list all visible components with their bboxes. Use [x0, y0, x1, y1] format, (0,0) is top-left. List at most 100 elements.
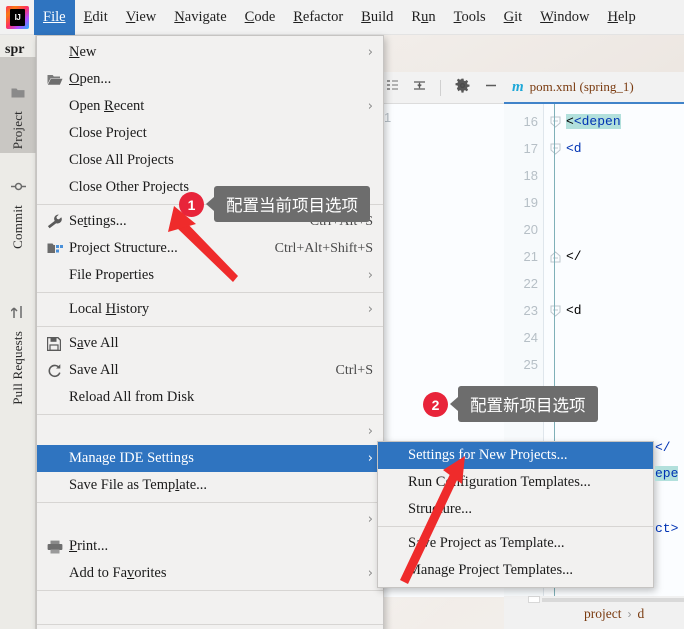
menu-bar[interactable]: IJ File EEditdit View Navigate Code Refa… [0, 0, 684, 35]
sidebar-item-project[interactable]: Project [0, 57, 36, 153]
sidebar-item-label: Commit [10, 205, 25, 249]
fold-marker[interactable] [544, 135, 566, 162]
menu-item-new-projects-setup[interactable]: Manage IDE Settings › [37, 445, 383, 472]
menu-window[interactable]: Window [531, 0, 598, 35]
menu-item-export[interactable]: › [37, 506, 383, 533]
code-line: <d [566, 141, 582, 156]
maven-m-icon: m [512, 78, 524, 95]
submenu-separator [378, 526, 653, 527]
menu-tools[interactable]: Tools [445, 0, 495, 35]
menu-file[interactable]: File [34, 0, 75, 35]
sidebar-item-pull-requests[interactable]: Pull Requests [0, 261, 36, 409]
menu-separator [37, 502, 383, 503]
scrollbar-track[interactable] [542, 598, 684, 602]
breadcrumb-next[interactable]: d [637, 606, 644, 622]
menu-view[interactable]: View [117, 0, 166, 35]
submenu-item-structure[interactable]: Structure... [378, 496, 653, 523]
menu-git[interactable]: Git [495, 0, 532, 35]
horizontal-scrollbar[interactable] [504, 596, 684, 603]
sidebar-item-commit[interactable]: Commit [0, 161, 36, 253]
line-number: 20 [523, 222, 538, 237]
project-name-label: spr [5, 42, 25, 57]
collapse-all-icon[interactable] [413, 79, 426, 97]
submenu-item-save-project-as-template[interactable]: Save Project as Template... [378, 530, 653, 557]
submenu-item-manage-project-templates[interactable]: Manage Project Templates... [378, 557, 653, 584]
reload-icon [47, 363, 69, 378]
menu-edit[interactable]: EEditdit [75, 0, 117, 35]
chevron-right-icon: › [367, 512, 373, 527]
editor-tab-bar[interactable]: m pom.xml (spring_1) [504, 72, 684, 104]
menu-item-open-recent[interactable]: Open Recent › [37, 93, 383, 120]
menu-item-save-file-as-template[interactable]: Save File as Template... [37, 472, 383, 499]
line-number: 18 [523, 168, 538, 183]
new-projects-setup-submenu[interactable]: Settings for New Projects... Run Configu… [377, 441, 654, 588]
menu-navigate[interactable]: Navigate [165, 0, 235, 35]
expand-all-icon[interactable] [386, 79, 399, 97]
menu-item-save-all[interactable]: Save All [37, 330, 383, 357]
menu-refactor[interactable]: Refactor [284, 0, 352, 35]
chevron-right-icon: › [367, 268, 373, 283]
code-fragment: ct> [655, 521, 679, 536]
line-number: 17 [523, 141, 538, 156]
menu-item-print[interactable]: Print... [37, 533, 383, 560]
menu-item-invalidate-caches[interactable]: Reload All from Disk [37, 384, 383, 411]
printer-icon [47, 540, 69, 554]
line-number: 22 [523, 276, 538, 291]
menu-run[interactable]: Run [402, 0, 444, 35]
folder-open-icon [47, 73, 69, 86]
pull-request-icon [10, 305, 25, 324]
menu-shortcut: Ctrl+S [335, 362, 373, 378]
code-line: <d [566, 303, 582, 318]
menu-item-manage-ide-settings[interactable]: › [37, 418, 383, 445]
menu-item-open[interactable]: Open... [37, 66, 383, 93]
menu-item-new[interactable]: New › [37, 39, 383, 66]
line-number: 16 [523, 114, 538, 129]
fold-marker[interactable] [544, 108, 566, 135]
chevron-right-icon: › [367, 99, 373, 114]
editor-tab-title[interactable]: pom.xml (spring_1) [530, 79, 634, 95]
menu-build[interactable]: Build [352, 0, 402, 35]
menu-shortcut: Ctrl+Alt+Shift+S [274, 240, 373, 256]
menu-item-file-properties[interactable]: File Properties › [37, 262, 383, 289]
sidebar-item-label: Pull Requests [10, 331, 25, 405]
menu-help[interactable]: Help [599, 0, 645, 35]
scrollbar-thumb[interactable] [528, 596, 540, 603]
fold-marker[interactable] [544, 297, 566, 324]
fold-marker-end[interactable] [544, 243, 566, 270]
line-number: 23 [523, 303, 538, 318]
annotation-callout-1: 配置当前项目选项 [206, 186, 370, 222]
line-number: 24 [523, 330, 538, 345]
menu-separator [37, 292, 383, 293]
annotation-callout-2: 配置新项目选项 [450, 386, 598, 422]
chevron-right-icon: › [367, 302, 373, 317]
annotation-callout-text: 配置新项目选项 [470, 396, 586, 415]
menu-item-project-structure[interactable]: Project Structure... Ctrl+Alt+Shift+S [37, 235, 383, 262]
code-fragment: epe [655, 466, 679, 481]
breadcrumb-root[interactable]: project [584, 606, 621, 622]
line-number: 19 [523, 195, 538, 210]
chevron-right-icon: › [627, 606, 632, 621]
intellij-idea-logo-icon: IJ [6, 5, 29, 29]
menu-item-local-history[interactable]: Local History › [37, 296, 383, 323]
submenu-item-settings-for-new-projects[interactable]: Settings for New Projects... [378, 442, 653, 469]
project-structure-icon [47, 242, 69, 255]
menu-code[interactable]: Code [236, 0, 285, 35]
menu-separator [37, 624, 383, 625]
project-tree-toolbar[interactable] [378, 72, 504, 104]
sidebar-item-label: Project [10, 110, 25, 149]
menu-separator [37, 326, 383, 327]
gear-icon[interactable] [455, 78, 470, 98]
menu-item-power-save-mode[interactable] [37, 594, 383, 621]
menu-item-close-all-projects[interactable]: Close All Projects [37, 147, 383, 174]
file-menu-dropdown[interactable]: New › Open... Open Recent › Close Projec… [36, 35, 384, 629]
commit-icon [10, 180, 26, 198]
menu-item-add-to-favorites[interactable]: Add to Favorites › [37, 560, 383, 587]
menu-item-reload-all-from-disk[interactable]: Save All Ctrl+S [37, 357, 383, 384]
hide-panel-icon[interactable] [484, 79, 498, 97]
submenu-item-run-configuration-templates[interactable]: Run Configuration Templates... [378, 469, 653, 496]
menu-item-close-project[interactable]: Close Project [37, 120, 383, 147]
